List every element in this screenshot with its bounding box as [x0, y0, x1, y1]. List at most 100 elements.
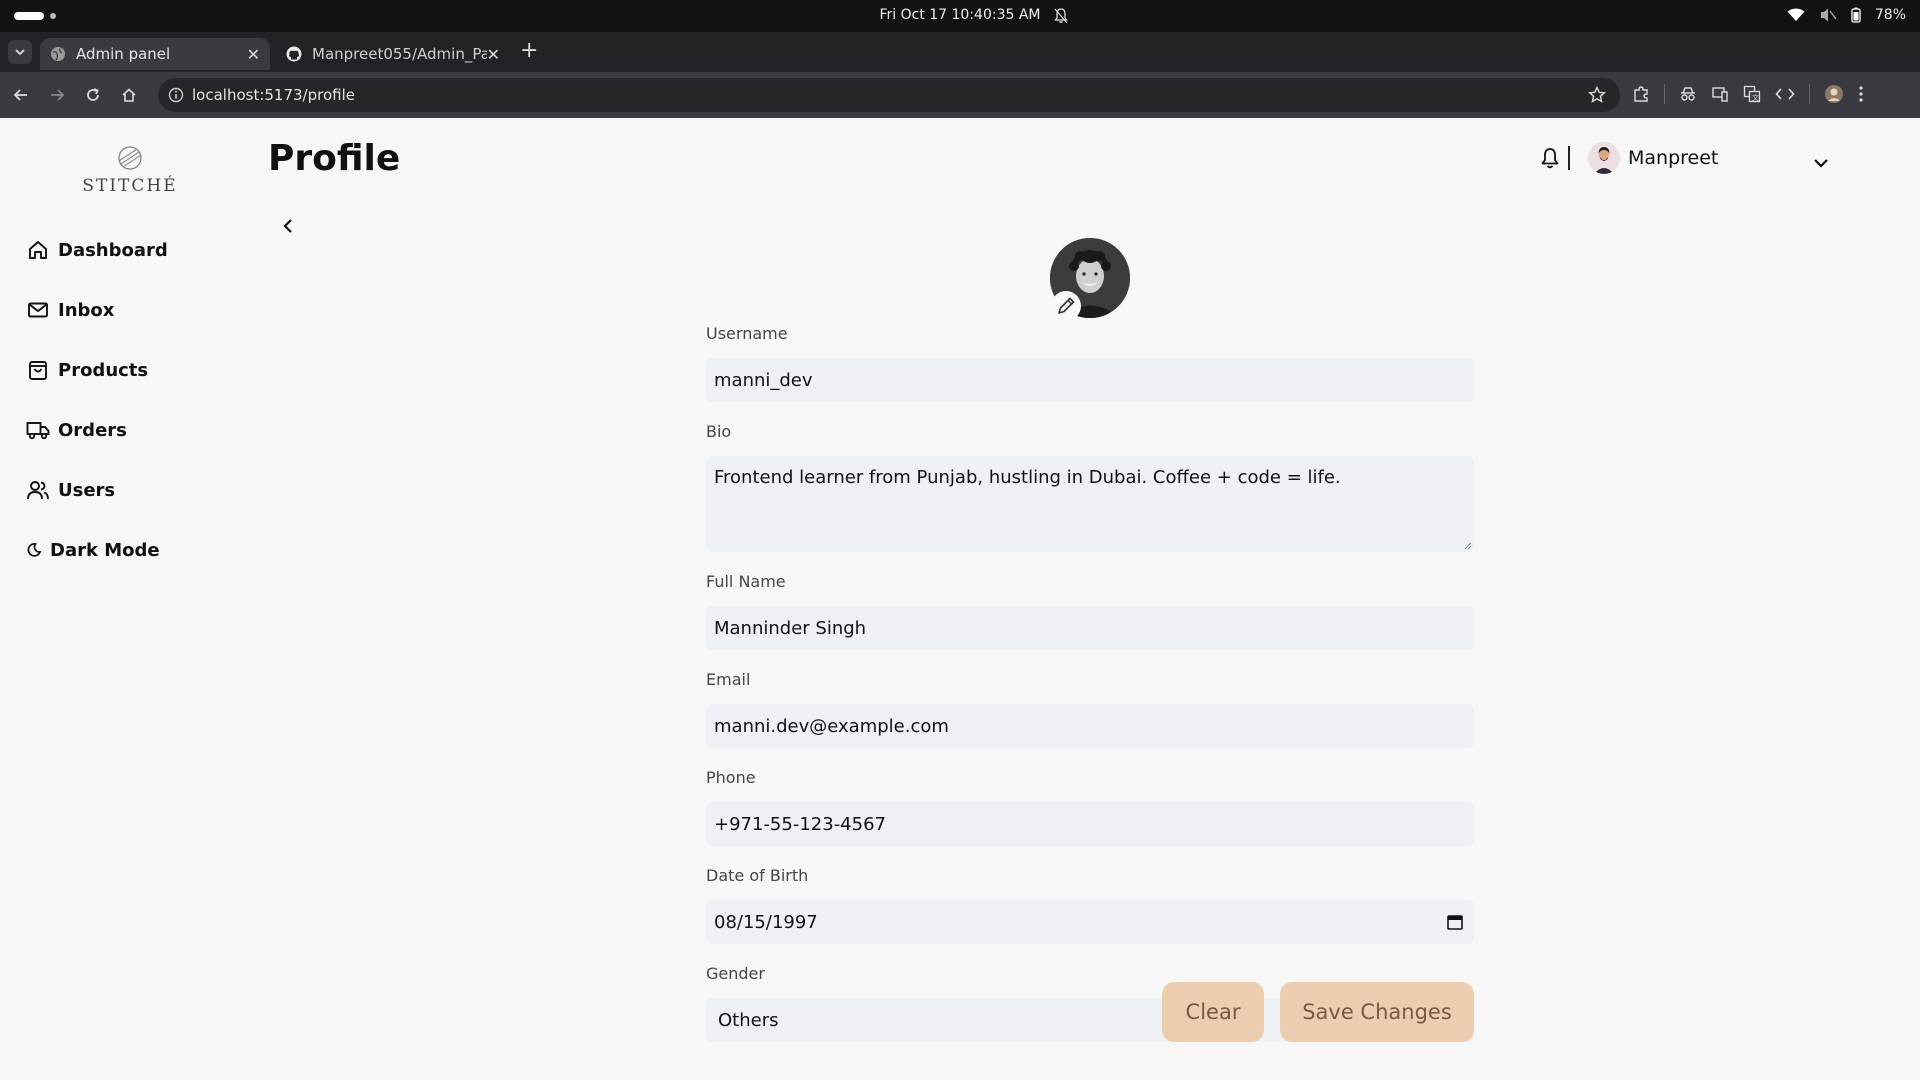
- os-top-bar: Fri Oct 17 10:40:35 AM 78%: [0, 0, 1920, 32]
- full-name-input[interactable]: Manninder Singh: [706, 606, 1474, 650]
- arrow-right-icon: [51, 89, 65, 101]
- phone-label: Phone: [706, 768, 756, 787]
- sidebar-item-dashboard[interactable]: Dashboard: [26, 230, 226, 270]
- arrow-left-icon: [13, 89, 27, 101]
- browser-toolbar: localhost:5173/profile 文: [0, 72, 1920, 118]
- browser-tab-strip: Admin panel ✕ Manpreet055/Admin_Pa ✕ +: [0, 32, 1920, 72]
- dob-label: Date of Birth: [706, 866, 809, 885]
- os-clock[interactable]: Fri Oct 17 10:40:35 AM: [0, 7, 1920, 23]
- bio-textarea[interactable]: Frontend learner from Punjab, hustling i…: [706, 456, 1474, 552]
- device-toolbar-icon[interactable]: [1711, 85, 1729, 103]
- dob-input[interactable]: 08/15/1997: [706, 900, 1474, 944]
- volume-muted-icon: [1820, 8, 1837, 22]
- sidebar-item-orders[interactable]: Orders: [26, 410, 226, 450]
- close-icon[interactable]: ✕: [247, 45, 260, 64]
- truck-icon: [26, 418, 50, 442]
- notification-bell-icon[interactable]: [1054, 8, 1068, 24]
- sidebar-item-label: Inbox: [58, 299, 115, 321]
- tab-admin-panel[interactable]: Admin panel ✕: [40, 38, 270, 70]
- reload-icon: [87, 88, 99, 101]
- dob-value: 08/15/1997: [714, 911, 818, 933]
- user-name[interactable]: Manpreet: [1628, 147, 1718, 169]
- user-photo: [1588, 142, 1620, 174]
- sidebar-nav: Dashboard Inbox Products Orders Users Da…: [26, 230, 226, 590]
- back-button[interactable]: [10, 84, 32, 106]
- full-name-label: Full Name: [706, 572, 786, 591]
- form-actions: Clear Save Changes: [1162, 982, 1474, 1042]
- logo-mark-icon: [118, 146, 142, 170]
- bag-icon: [26, 358, 50, 382]
- gender-label: Gender: [706, 964, 765, 983]
- new-tab-button[interactable]: +: [520, 40, 538, 62]
- tab-title: Admin panel: [76, 45, 171, 63]
- gender-value: Others: [718, 1009, 779, 1031]
- incognito-icon[interactable]: [1679, 85, 1697, 103]
- reload-button[interactable]: [82, 84, 104, 106]
- tab-title: Manpreet055/Admin_Pa: [312, 45, 487, 63]
- email-label: Email: [706, 670, 751, 689]
- bell-icon[interactable]: [1538, 146, 1562, 170]
- back-chevron-icon[interactable]: [278, 216, 298, 236]
- sidebar-item-inbox[interactable]: Inbox: [26, 290, 226, 330]
- bookmark-star-icon[interactable]: [1588, 86, 1606, 104]
- email-input[interactable]: manni.dev@example.com: [706, 704, 1474, 748]
- tab-github[interactable]: Manpreet055/Admin_Pa ✕: [276, 38, 510, 70]
- sidebar-item-users[interactable]: Users: [26, 470, 226, 510]
- battery-percent: 78%: [1874, 7, 1906, 23]
- tab-search-button[interactable]: [8, 40, 32, 64]
- username-label: Username: [706, 324, 788, 343]
- bio-label: Bio: [706, 422, 732, 441]
- page-title: Profile: [268, 138, 401, 179]
- globe-icon: [51, 47, 65, 61]
- home-button[interactable]: [118, 84, 140, 106]
- logo-text: STITCHÉ: [82, 176, 178, 196]
- site-info-icon[interactable]: [168, 87, 184, 103]
- bio-value: Frontend learner from Punjab, hustling i…: [714, 467, 1341, 488]
- svg-text:文: 文: [1752, 93, 1759, 102]
- header-user-area: Manpreet: [1538, 140, 1718, 176]
- forward-button[interactable]: [46, 84, 68, 106]
- profile-form: Username manni_dev Bio Frontend learner …: [706, 324, 1474, 1062]
- clear-button[interactable]: Clear: [1162, 982, 1264, 1042]
- sidebar-item-label: Users: [58, 479, 116, 501]
- chevron-down-icon: [15, 49, 25, 56]
- calendar-icon[interactable]: [1446, 913, 1464, 931]
- profile-avatar-icon[interactable]: [1824, 84, 1844, 104]
- header-divider: [1568, 146, 1570, 170]
- full-name-value: Manninder Singh: [714, 617, 867, 639]
- app-content: STITCHÉ Dashboard Inbox Products Orders …: [0, 118, 1920, 1080]
- home-icon: [122, 88, 136, 102]
- browser-extensions: 文: [1632, 84, 1864, 104]
- more-vertical-icon[interactable]: [1858, 85, 1864, 103]
- sidebar-item-label: Orders: [58, 419, 127, 441]
- email-value: manni.dev@example.com: [714, 715, 949, 737]
- sidebar-item-label: Dashboard: [58, 239, 168, 261]
- system-tray[interactable]: 78%: [1787, 7, 1906, 23]
- username-input[interactable]: manni_dev: [706, 358, 1474, 402]
- toolbar-divider: [1664, 84, 1665, 104]
- pencil-edit-icon[interactable]: [1050, 290, 1082, 322]
- close-icon[interactable]: ✕: [487, 45, 500, 64]
- avatar[interactable]: [1588, 142, 1620, 174]
- mail-icon: [26, 298, 50, 322]
- code-icon[interactable]: [1775, 85, 1795, 103]
- resize-grip-icon[interactable]: [1464, 542, 1472, 550]
- chevron-down-icon[interactable]: [1812, 154, 1830, 172]
- sidebar-item-products[interactable]: Products: [26, 350, 226, 390]
- username-value: manni_dev: [714, 369, 813, 391]
- save-changes-button[interactable]: Save Changes: [1280, 982, 1474, 1042]
- address-bar[interactable]: localhost:5173/profile: [158, 78, 1620, 112]
- sidebar-item-dark-mode[interactable]: Dark Mode: [26, 530, 226, 570]
- extensions-puzzle-icon[interactable]: [1632, 85, 1650, 103]
- home-icon: [26, 238, 50, 262]
- phone-value: +971-55-123-4567: [714, 813, 886, 835]
- users-icon: [26, 478, 50, 502]
- github-icon: [286, 46, 302, 62]
- sidebar-item-label: Dark Mode: [50, 539, 160, 561]
- wifi-icon: [1787, 8, 1805, 21]
- url-text[interactable]: localhost:5173/profile: [192, 86, 355, 104]
- brand-logo[interactable]: STITCHÉ: [80, 144, 180, 196]
- translate-icon[interactable]: 文: [1743, 85, 1761, 103]
- moon-icon: [26, 538, 42, 562]
- phone-input[interactable]: +971-55-123-4567: [706, 802, 1474, 846]
